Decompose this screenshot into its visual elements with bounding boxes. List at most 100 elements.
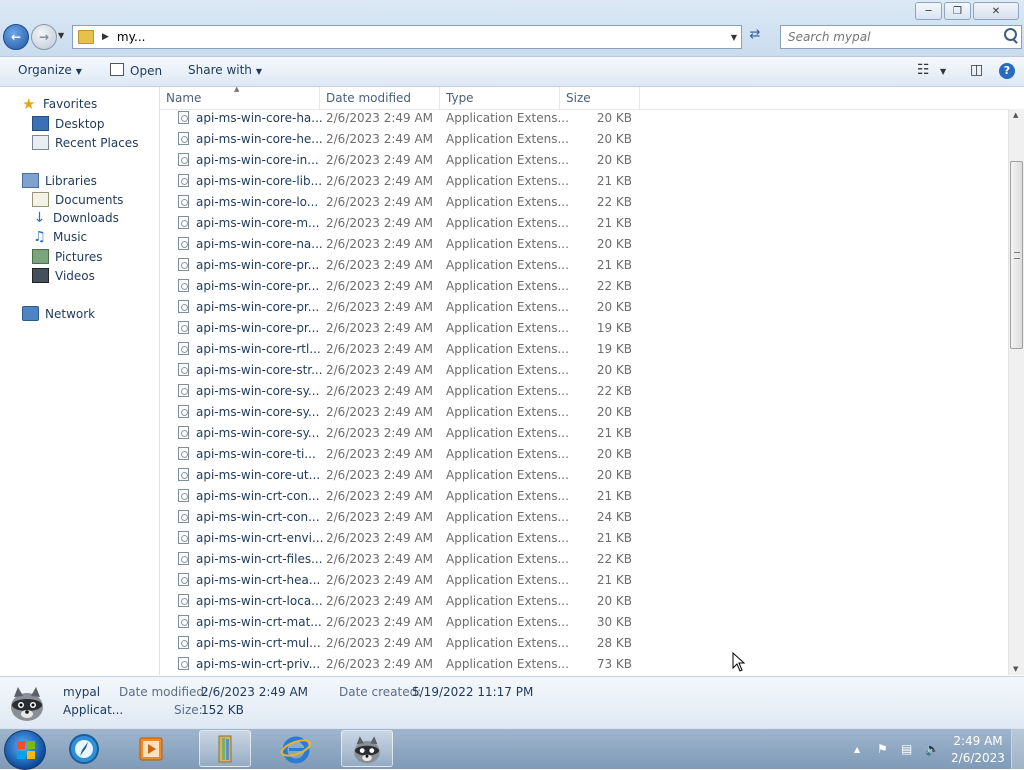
file-type: Application Extens... <box>446 237 569 251</box>
nav-recent-places[interactable]: Recent Places <box>32 135 138 150</box>
file-name: api-ms-win-core-sy... <box>196 405 320 419</box>
action-center-flag-icon[interactable]: ⚑ <box>877 742 888 756</box>
file-row[interactable]: api-ms-win-crt-mat... 2/6/2023 2:49 AM App… <box>160 612 1008 633</box>
file-row[interactable]: api-ms-win-core-pr... 2/6/2023 2:49 AM App… <box>160 276 1008 297</box>
file-type: Application Extens... <box>446 447 569 461</box>
search-input[interactable] <box>786 26 990 48</box>
column-header-date-modified[interactable]: Date modified <box>320 87 440 109</box>
file-row[interactable]: api-ms-win-crt-envi... 2/6/2023 2:49 AM Ap… <box>160 528 1008 549</box>
column-header-name[interactable]: Name ▲ <box>160 87 320 109</box>
file-row[interactable]: api-ms-win-crt-hea... 2/6/2023 2:49 AM App… <box>160 570 1008 591</box>
nav-videos[interactable]: Videos <box>32 268 95 283</box>
view-options-dropdown[interactable]: ▼ <box>940 67 946 76</box>
file-name: api-ms-win-core-ut... <box>196 468 321 482</box>
file-row[interactable]: api-ms-win-crt-mul... 2/6/2023 2:49 AM App… <box>160 633 1008 654</box>
file-row[interactable]: api-ms-win-crt-files... 2/6/2023 2:49 AM A… <box>160 549 1008 570</box>
file-date-modified: 2/6/2023 2:49 AM <box>326 174 434 188</box>
volume-muted-icon[interactable]: 🔈 <box>925 742 940 756</box>
nav-pictures[interactable]: Pictures <box>32 249 103 264</box>
restore-button[interactable]: ❐ <box>944 2 971 20</box>
details-size-value: 152 KB <box>201 703 244 717</box>
file-row[interactable]: api-ms-win-core-pr... 2/6/2023 2:49 AM App… <box>160 318 1008 339</box>
dll-file-icon <box>178 615 189 628</box>
address-bar[interactable]: ▶ my... ▼ <box>72 25 742 49</box>
file-date-modified: 2/6/2023 2:49 AM <box>326 258 434 272</box>
breadcrumb-folder[interactable]: my... <box>117 30 146 44</box>
file-row[interactable]: api-ms-win-core-ti... 2/6/2023 2:49 AM App… <box>160 444 1008 465</box>
nav-downloads[interactable]: ↓ Downloads <box>32 211 119 226</box>
show-hidden-icons-arrow-icon[interactable]: ▲ <box>854 745 860 754</box>
show-desktop-button[interactable] <box>1011 729 1024 769</box>
nav-network[interactable]: Network <box>22 306 95 321</box>
scrollbar-thumb[interactable] <box>1010 161 1023 349</box>
breadcrumb-chevron-icon[interactable]: ▶ <box>102 32 109 42</box>
change-view-button[interactable]: ☷ <box>917 62 930 78</box>
refresh-button[interactable]: ⇄ <box>744 27 766 47</box>
desktop-icon <box>32 116 49 131</box>
file-row[interactable]: api-ms-win-core-ut... 2/6/2023 2:49 AM App… <box>160 465 1008 486</box>
file-size: 20 KB <box>596 447 632 461</box>
file-row[interactable]: api-ms-win-core-sy... 2/6/2023 2:49 AM App… <box>160 423 1008 444</box>
taskbar-browser-button[interactable] <box>58 730 110 767</box>
nav-favorites[interactable]: ★ Favorites <box>22 96 97 111</box>
dll-file-icon <box>178 195 189 208</box>
preview-pane-button[interactable]: ◫ <box>970 62 983 78</box>
file-row[interactable]: api-ms-win-core-pr... 2/6/2023 2:49 AM App… <box>160 255 1008 276</box>
nav-libraries[interactable]: Libraries <box>22 173 97 188</box>
column-header-type[interactable]: Type <box>440 87 560 109</box>
share-with-button[interactable]: Share with ▼ <box>188 63 262 77</box>
file-row[interactable]: api-ms-win-crt-loca... 2/6/2023 2:49 AM Ap… <box>160 591 1008 612</box>
file-row[interactable]: api-ms-win-crt-con... 2/6/2023 2:49 AM App… <box>160 507 1008 528</box>
close-button[interactable]: ✕ <box>973 2 1019 20</box>
file-type: Application Extens... <box>446 531 569 545</box>
start-button[interactable] <box>4 730 46 770</box>
back-button[interactable]: ← <box>3 24 29 50</box>
file-row[interactable]: api-ms-win-core-na... 2/6/2023 2:49 AM App… <box>160 234 1008 255</box>
file-row[interactable]: api-ms-win-core-lib... 2/6/2023 2:49 AM Ap… <box>160 171 1008 192</box>
taskbar-ie-button[interactable] <box>270 730 322 767</box>
minimize-button[interactable]: ─ <box>915 2 942 20</box>
address-history-dropdown[interactable]: ▼ <box>731 33 737 42</box>
file-row[interactable]: api-ms-win-core-lo... 2/6/2023 2:49 AM App… <box>160 192 1008 213</box>
clock-time[interactable]: 2:49 AM <box>950 734 1006 748</box>
recent-pages-dropdown[interactable]: ▼ <box>58 31 64 40</box>
scroll-up-arrow-icon[interactable]: ▲ <box>1013 111 1018 119</box>
search-icon[interactable] <box>1004 28 1017 41</box>
organize-button[interactable]: Organize ▼ <box>18 63 82 77</box>
help-icon[interactable]: ? <box>999 63 1015 79</box>
mouse-cursor-icon <box>732 652 746 672</box>
file-size: 20 KB <box>596 132 632 146</box>
nav-music[interactable]: ♫ Music <box>32 230 87 245</box>
taskbar-media-player-button[interactable] <box>126 730 178 767</box>
open-button[interactable]: Open <box>110 63 162 78</box>
clock-date[interactable]: 2/6/2023 <box>950 751 1006 765</box>
nav-desktop[interactable]: Desktop <box>32 116 105 131</box>
file-name: api-ms-win-crt-hea... <box>196 573 321 587</box>
nav-documents[interactable]: Documents <box>32 192 123 207</box>
file-row[interactable]: api-ms-win-core-str... 2/6/2023 2:49 AM Ap… <box>160 360 1008 381</box>
file-row[interactable]: api-ms-win-core-in... 2/6/2023 2:49 AM App… <box>160 150 1008 171</box>
file-row[interactable]: api-ms-win-core-ha... 2/6/2023 2:49 AM App… <box>160 108 1008 129</box>
file-date-modified: 2/6/2023 2:49 AM <box>326 636 434 650</box>
search-box[interactable] <box>780 25 1022 49</box>
file-date-modified: 2/6/2023 2:49 AM <box>326 279 434 293</box>
vertical-scrollbar[interactable]: ▲ ▼ <box>1008 109 1024 675</box>
file-row[interactable]: api-ms-win-core-rtl... 2/6/2023 2:49 AM Ap… <box>160 339 1008 360</box>
file-row[interactable]: api-ms-win-crt-priv... 2/6/2023 2:49 AM Ap… <box>160 654 1008 675</box>
taskbar-explorer-button[interactable] <box>199 730 251 767</box>
file-date-modified: 2/6/2023 2:49 AM <box>326 132 434 146</box>
file-date-modified: 2/6/2023 2:49 AM <box>326 531 434 545</box>
dll-file-icon <box>178 111 189 124</box>
file-row[interactable]: api-ms-win-core-sy... 2/6/2023 2:49 AM App… <box>160 381 1008 402</box>
scroll-down-arrow-icon[interactable]: ▼ <box>1013 665 1018 673</box>
network-tray-icon[interactable]: ▤ <box>901 742 912 756</box>
file-row[interactable]: api-ms-win-crt-con... 2/6/2023 2:49 AM App… <box>160 486 1008 507</box>
file-row[interactable]: api-ms-win-core-pr... 2/6/2023 2:49 AM App… <box>160 297 1008 318</box>
taskbar-mypal-button[interactable] <box>341 730 393 767</box>
file-row[interactable]: api-ms-win-core-sy... 2/6/2023 2:49 AM App… <box>160 402 1008 423</box>
view-details-icon: ☷ <box>917 62 930 78</box>
file-row[interactable]: api-ms-win-core-m... 2/6/2023 2:49 AM Appl… <box>160 213 1008 234</box>
column-header-size[interactable]: Size <box>560 87 640 109</box>
forward-button[interactable]: → <box>31 24 57 50</box>
file-row[interactable]: api-ms-win-core-he... 2/6/2023 2:49 AM App… <box>160 129 1008 150</box>
